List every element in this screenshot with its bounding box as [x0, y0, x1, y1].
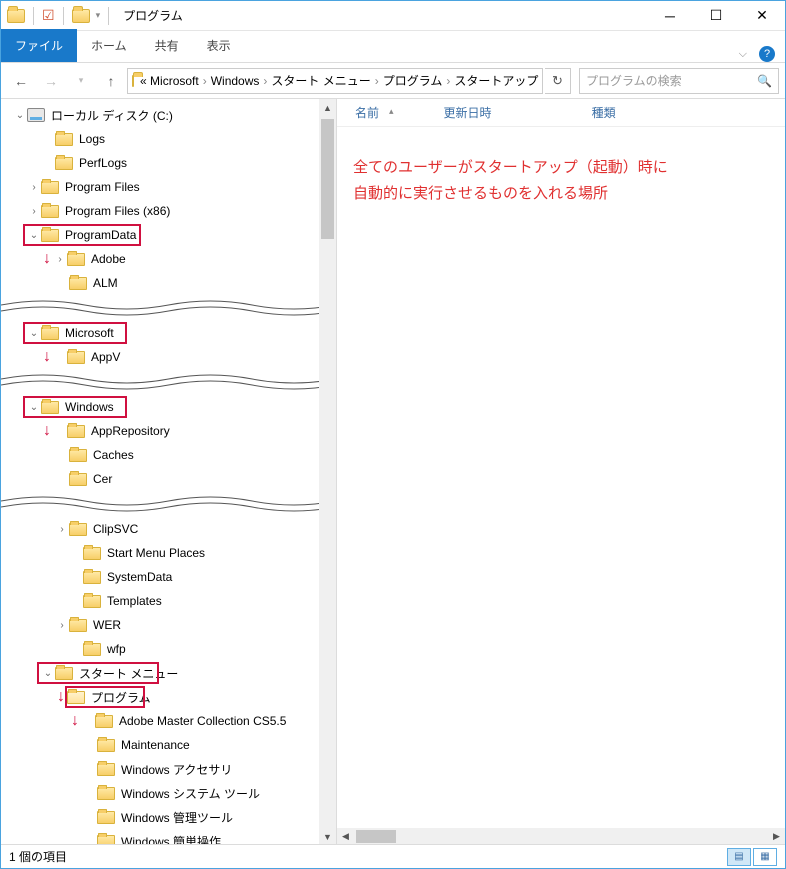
forward-button[interactable]: →	[37, 67, 65, 95]
tree-item[interactable]: ALM	[1, 271, 336, 295]
tree-root-drive[interactable]: ⌄ ローカル ディスク (C:)	[1, 103, 336, 127]
tree-item[interactable]: ›Program Files	[1, 175, 336, 199]
scroll-thumb[interactable]	[356, 830, 396, 843]
search-icon[interactable]: 🔍	[757, 74, 772, 88]
recent-dropdown[interactable]: ▾	[67, 67, 95, 95]
close-button[interactable]: ✕	[739, 1, 785, 31]
qat-properties-icon[interactable]: ☑	[42, 7, 55, 24]
content-pane: 名前 ▴ 更新日時 種類 全てのユーザーがスタートアップ（起動）時に 自動的に実…	[337, 99, 785, 845]
sort-indicator-icon: ▴	[389, 106, 394, 117]
scroll-up-icon[interactable]: ▲	[319, 99, 336, 116]
tree-item-programdata[interactable]: ⌄ProgramData	[1, 223, 336, 247]
tree-item[interactable]: ↓AppRepository	[1, 419, 336, 443]
tree-item[interactable]: Templates	[1, 589, 336, 613]
scroll-right-icon[interactable]: ▶	[768, 828, 785, 845]
status-text: 1 個の項目	[9, 848, 67, 865]
quick-access-toolbar: ☑ ▾	[1, 7, 119, 25]
col-type[interactable]: 種類	[592, 104, 716, 121]
navigation-bar: ← → ▾ ↑ « Microsoft› Windows› スタート メニュー›…	[1, 63, 785, 99]
tree-item-windows[interactable]: ⌄Windows	[1, 395, 336, 419]
tree-item[interactable]: Windows 簡単操作	[1, 829, 336, 845]
omission-wave	[1, 493, 336, 515]
qat-newfolder-icon[interactable]	[72, 9, 90, 23]
tree-item[interactable]: ›Program Files (x86)	[1, 199, 336, 223]
ribbon-expand-icon[interactable]: ⌵	[739, 48, 747, 61]
tab-file[interactable]: ファイル	[1, 29, 77, 62]
column-headers[interactable]: 名前 ▴ 更新日時 種類	[337, 99, 785, 127]
breadcrumb[interactable]: « Microsoft› Windows› スタート メニュー› プログラム› …	[140, 72, 543, 89]
help-icon[interactable]: ?	[759, 46, 775, 62]
annotation-text: 全てのユーザーがスタートアップ（起動）時に 自動的に実行させるものを入れる場所	[353, 155, 668, 206]
view-details-button[interactable]: ▤	[727, 848, 751, 866]
tree-item-programs[interactable]: ↓プログラム	[1, 685, 336, 709]
tree-item[interactable]: Logs	[1, 127, 336, 151]
scroll-left-icon[interactable]: ◀	[337, 828, 354, 845]
tree-item[interactable]: Cer	[1, 467, 336, 491]
tree-item[interactable]: ↓›Adobe	[1, 247, 336, 271]
folder-tree[interactable]: ⌄ ローカル ディスク (C:) Logs PerfLogs ›Program …	[1, 99, 336, 845]
tree-item[interactable]: wfp	[1, 637, 336, 661]
tree-item[interactable]: Start Menu Places	[1, 541, 336, 565]
tree-item[interactable]: Windows 管理ツール	[1, 805, 336, 829]
minimize-button[interactable]: ─	[647, 1, 693, 31]
tree-item[interactable]: ↓AppV	[1, 345, 336, 369]
explorer-body: ⌄ ローカル ディスク (C:) Logs PerfLogs ›Program …	[1, 99, 785, 845]
refresh-button[interactable]: ↻	[545, 68, 571, 94]
tree-item[interactable]: Windows アクセサリ	[1, 757, 336, 781]
drive-icon	[27, 108, 45, 122]
window-controls: ─ ☐ ✕	[647, 1, 785, 31]
tree-item[interactable]: PerfLogs	[1, 151, 336, 175]
tree-item[interactable]: Maintenance	[1, 733, 336, 757]
omission-wave	[1, 297, 336, 319]
app-icon[interactable]	[7, 9, 25, 23]
scroll-down-icon[interactable]: ▼	[319, 828, 336, 845]
tab-home[interactable]: ホーム	[77, 29, 141, 62]
tree-item[interactable]: ›ClipSVC	[1, 517, 336, 541]
content-horizontal-scrollbar[interactable]: ◀ ▶	[337, 828, 785, 845]
omission-wave	[1, 371, 336, 393]
search-input[interactable]: プログラムの検索 🔍	[579, 68, 779, 94]
tree-item-microsoft[interactable]: ⌄Microsoft	[1, 321, 336, 345]
scroll-thumb[interactable]	[321, 119, 334, 239]
window-title: プログラム	[119, 7, 183, 24]
tree-item[interactable]: SystemData	[1, 565, 336, 589]
tree-item[interactable]: ›WER	[1, 613, 336, 637]
navigation-pane: ⌄ ローカル ディスク (C:) Logs PerfLogs ›Program …	[1, 99, 337, 845]
ribbon-tabs: ファイル ホーム 共有 表示 ⌵ ?	[1, 31, 785, 63]
address-bar[interactable]: « Microsoft› Windows› スタート メニュー› プログラム› …	[127, 68, 543, 94]
tab-view[interactable]: 表示	[193, 29, 245, 62]
tree-item-start-menu[interactable]: ⌄スタート メニュー	[1, 661, 336, 685]
search-placeholder: プログラムの検索	[586, 72, 682, 89]
title-bar: ☑ ▾ プログラム ─ ☐ ✕	[1, 1, 785, 31]
tab-share[interactable]: 共有	[141, 29, 193, 62]
tree-item[interactable]: Caches	[1, 443, 336, 467]
col-date[interactable]: 更新日時	[444, 104, 592, 121]
status-bar: 1 個の項目 ▤ ▦	[1, 844, 785, 868]
tree-item[interactable]: Windows システム ツール	[1, 781, 336, 805]
tree-item[interactable]: ↓Adobe Master Collection CS5.5	[1, 709, 336, 733]
address-folder-icon	[132, 75, 134, 87]
up-button[interactable]: ↑	[97, 67, 125, 95]
tree-vertical-scrollbar[interactable]: ▲ ▼	[319, 99, 336, 845]
qat-dropdown-icon[interactable]: ▾	[96, 10, 101, 21]
view-icons-button[interactable]: ▦	[753, 848, 777, 866]
maximize-button[interactable]: ☐	[693, 1, 739, 31]
back-button[interactable]: ←	[7, 67, 35, 95]
